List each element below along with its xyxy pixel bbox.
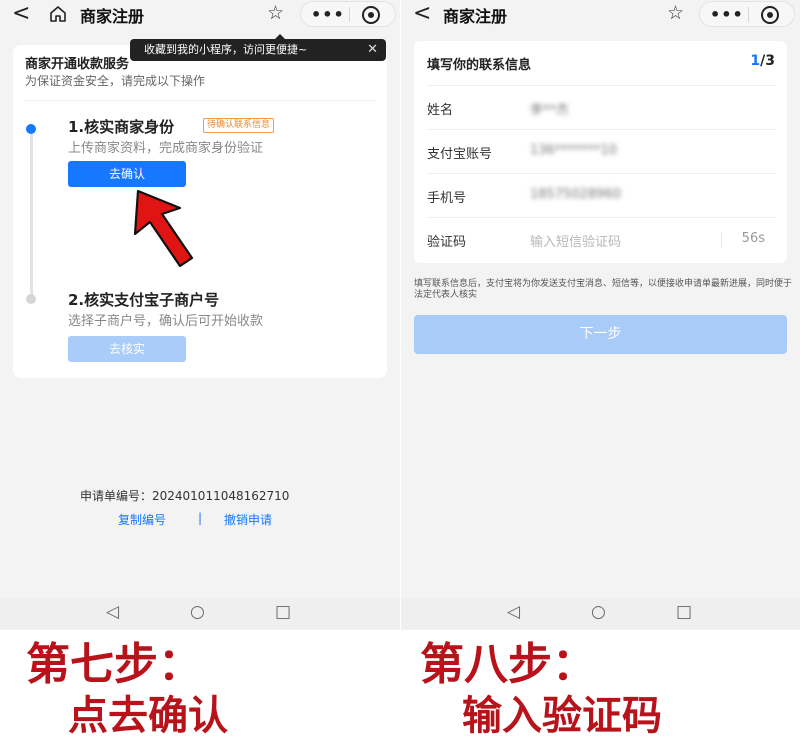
step-current: 1: [750, 53, 761, 69]
system-nav-bar: ◁ ○ □: [0, 598, 400, 630]
phone-row: 手机号 18575028960: [427, 173, 775, 217]
verification-code-input[interactable]: 输入短信验证码: [530, 231, 621, 250]
progress-timeline: [30, 127, 33, 300]
cancel-application-link[interactable]: 撤销申请: [224, 511, 272, 528]
card-subtitle: 为保证资金安全，请完成以下操作: [25, 74, 206, 88]
confirm-button[interactable]: 去确认: [68, 161, 186, 187]
capsule-divider: [748, 7, 749, 22]
page-title: 商家注册: [443, 7, 508, 26]
more-icon[interactable]: •••: [710, 5, 744, 24]
system-nav-bar: ◁ ○ □: [401, 598, 800, 630]
step-dot-pending: [26, 294, 36, 304]
capsule-divider: [349, 7, 350, 22]
field-label: 支付宝账号: [427, 147, 493, 162]
step1-title: 1.核实商家身份: [68, 118, 175, 136]
status-badge: 待确认联系信息: [203, 118, 275, 133]
verify-button[interactable]: 去核实: [68, 336, 186, 362]
page-title: 商家注册: [80, 7, 145, 26]
alipay-account-value: 136*******10: [530, 143, 617, 158]
next-step-button[interactable]: 下一步: [414, 315, 787, 354]
name-row: 姓名 李**杰: [427, 85, 775, 129]
field-label: 姓名: [427, 103, 454, 118]
system-recent-icon[interactable]: □: [676, 602, 692, 622]
left-screen: < 商家注册 ☆ ••• 商家开通收款服务 为保证资金安全，请完成以下操作 收藏…: [0, 0, 400, 630]
application-number: 申请单编号：20240101104816271​0: [80, 489, 290, 503]
back-button[interactable]: <: [413, 2, 431, 26]
copy-number-link[interactable]: 复制编号: [118, 511, 166, 528]
star-icon[interactable]: ☆: [267, 2, 284, 24]
name-value: 李**杰: [530, 103, 570, 118]
form-title: 填写你的联系信息: [427, 58, 532, 73]
verification-code-row: 验证码 输入短信验证码 56s: [427, 217, 775, 261]
system-home-icon[interactable]: ○: [190, 602, 205, 622]
step-total: /3: [760, 53, 775, 69]
tooltip-close-icon[interactable]: ✕: [367, 39, 378, 61]
favorite-tooltip: 收藏到我的小程序，访问更便捷~ ✕: [130, 34, 386, 61]
capsule-menu: •••: [699, 1, 795, 27]
system-home-icon[interactable]: ○: [591, 602, 606, 622]
step1-desc: 上传商家资料，完成商家身份验证: [68, 141, 264, 156]
nav-bar: < 商家注册 ☆ •••: [401, 0, 800, 30]
capsule-menu: •••: [300, 1, 396, 27]
tooltip-arrow: [275, 34, 285, 39]
system-back-icon[interactable]: ◁: [507, 602, 520, 622]
pointer-arrow-icon: [133, 189, 194, 268]
step2-title: 2.核实支付宝子商户号: [68, 291, 220, 309]
system-back-icon[interactable]: ◁: [106, 602, 119, 622]
alipay-account-row: 支付宝账号 136*******10: [427, 129, 775, 173]
contact-form-card: 填写你的联系信息 1/3 姓名 李**杰 支付宝账号 136*******10 …: [414, 41, 787, 263]
system-recent-icon[interactable]: □: [275, 602, 291, 622]
divider: [721, 232, 722, 248]
field-label: 手机号: [427, 191, 467, 206]
resend-countdown: 56s: [741, 231, 765, 246]
caption-step8-instruction: 输入验证码: [462, 693, 662, 739]
nav-bar: < 商家注册 ☆ •••: [0, 0, 400, 30]
close-miniapp-icon[interactable]: [760, 5, 780, 25]
field-label: 验证码: [427, 235, 467, 250]
step-dot-active: [26, 124, 36, 134]
star-icon[interactable]: ☆: [667, 2, 684, 24]
step2-desc: 选择子商户号，确认后可开始收款: [68, 314, 264, 329]
divider: [25, 100, 375, 101]
home-icon[interactable]: [48, 4, 68, 24]
caption-step7-instruction: 点去确认: [68, 693, 228, 739]
card-title: 商家开通收款服务: [25, 57, 130, 72]
notice-text: 填写联系信息后，支付宝将为你发送支付宝消息、短信等，以便接收申请单最新进展，同时…: [414, 279, 793, 300]
back-button[interactable]: <: [12, 2, 30, 26]
tooltip-text: 收藏到我的小程序，访问更便捷~: [144, 43, 308, 56]
phone-value: 18575028960: [530, 187, 621, 202]
step-counter: 1/3: [750, 53, 775, 69]
link-separator: |: [198, 511, 203, 525]
close-miniapp-icon[interactable]: [361, 5, 381, 25]
right-screen: < 商家注册 ☆ ••• 填写你的联系信息 1/3 姓名 李**杰 支付宝账号 …: [401, 0, 800, 630]
more-icon[interactable]: •••: [311, 5, 345, 24]
